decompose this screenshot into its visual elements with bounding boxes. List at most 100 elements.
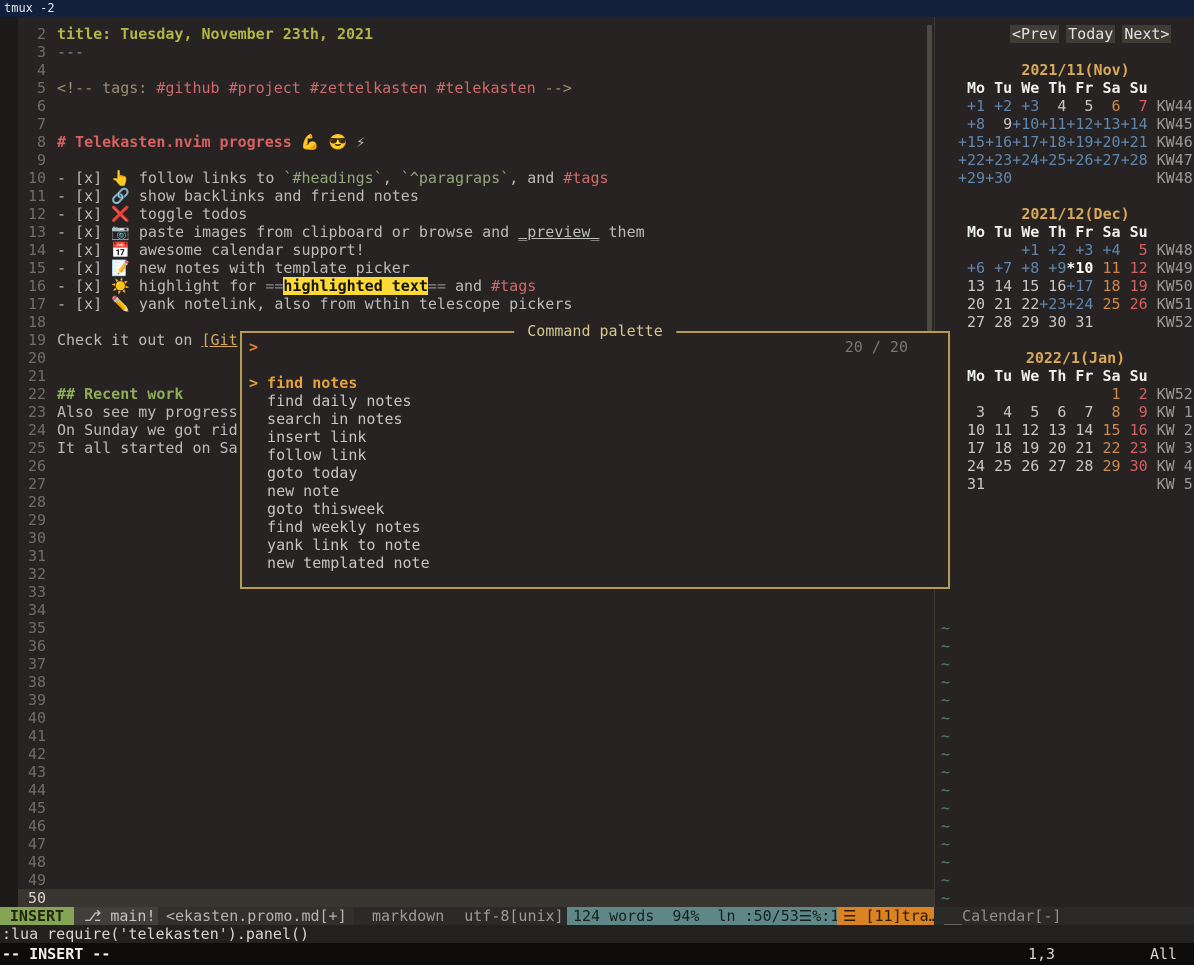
calendar-day[interactable]: +25 (1039, 151, 1066, 169)
calendar-day[interactable]: +20 (1093, 133, 1120, 151)
calendar-day[interactable]: 30 (1121, 457, 1148, 475)
calendar-day[interactable]: 25 (1093, 295, 1120, 313)
calendar-day[interactable]: 28 (1066, 457, 1093, 475)
calendar-day[interactable]: 12 (1121, 259, 1148, 277)
calendar-day[interactable]: 25 (985, 457, 1012, 475)
calendar-day[interactable]: *10 (1066, 259, 1093, 277)
editor-line[interactable]: 42 (0, 745, 934, 763)
calendar-day[interactable]: 15 (1093, 421, 1120, 439)
calendar-day[interactable]: +27 (1093, 151, 1120, 169)
editor-line[interactable]: 49 (0, 871, 934, 889)
palette-item[interactable]: goto today (242, 464, 948, 482)
calendar-today-button[interactable]: Today (1066, 25, 1115, 43)
calendar-day[interactable]: 4 (985, 403, 1012, 421)
editor-line[interactable]: 8# Telekasten.nvim progress 💪 😎 ⚡ (0, 133, 934, 151)
calendar-day[interactable]: 16 (1039, 277, 1066, 295)
markdown-link[interactable]: [Git (202, 331, 238, 349)
editor-line[interactable]: 36 (0, 637, 934, 655)
calendar-day[interactable]: +1 (958, 97, 985, 115)
palette-item[interactable]: new note (242, 482, 948, 500)
editor-line[interactable]: 48 (0, 853, 934, 871)
palette-item[interactable]: find weekly notes (242, 518, 948, 536)
calendar-day[interactable]: 14 (985, 277, 1012, 295)
editor-line[interactable]: 43 (0, 763, 934, 781)
calendar-day[interactable]: 12 (1012, 421, 1039, 439)
calendar-day[interactable]: 6 (1039, 403, 1066, 421)
calendar-day[interactable]: +16 (985, 133, 1012, 151)
calendar-day[interactable]: 14 (1066, 421, 1093, 439)
editor-line[interactable]: 38 (0, 673, 934, 691)
calendar-day[interactable]: 31 (958, 475, 985, 493)
calendar-day[interactable]: 17 (958, 439, 985, 457)
palette-item[interactable]: > find notes (242, 374, 948, 392)
editor-line[interactable]: 41 (0, 727, 934, 745)
calendar-day[interactable]: +17 (1066, 277, 1093, 295)
editor-line[interactable]: 2title: Tuesday, November 23th, 2021 (0, 25, 934, 43)
calendar-day[interactable]: +19 (1066, 133, 1093, 151)
calendar-day[interactable]: 13 (1039, 421, 1066, 439)
editor-line[interactable]: 14- [x] 📅 awesome calendar support! (0, 241, 934, 259)
calendar-day[interactable]: +26 (1066, 151, 1093, 169)
calendar-day[interactable]: 22 (1012, 295, 1039, 313)
editor-line[interactable]: 46 (0, 817, 934, 835)
calendar-day[interactable]: 29 (1093, 457, 1120, 475)
editor-line[interactable]: 50 (0, 889, 934, 907)
palette-item[interactable]: follow link (242, 446, 948, 464)
calendar-window[interactable]: <PrevTodayNext> 2021/11(Nov) Mo Tu We Th… (934, 17, 1194, 907)
editor-line[interactable]: 44 (0, 781, 934, 799)
calendar-next-button[interactable]: Next> (1122, 25, 1171, 43)
calendar-day[interactable]: 3 (958, 403, 985, 421)
calendar-day[interactable]: +7 (985, 259, 1012, 277)
editor-line[interactable]: 15- [x] 📝 new notes with template picker (0, 259, 934, 277)
calendar-day[interactable]: +23 (985, 151, 1012, 169)
editor-line[interactable]: 34 (0, 601, 934, 619)
calendar-day[interactable]: 30 (1039, 313, 1066, 331)
calendar-day[interactable]: +10 (1012, 115, 1039, 133)
editor-line[interactable]: 17- [x] ✏️ yank notelink, also from wthi… (0, 295, 934, 313)
calendar-day[interactable]: +2 (985, 97, 1012, 115)
calendar-day[interactable]: 10 (958, 421, 985, 439)
command-line[interactable]: :lua require('telekasten').panel() (0, 925, 1194, 943)
calendar-day[interactable]: 18 (985, 439, 1012, 457)
calendar-day[interactable]: 21 (985, 295, 1012, 313)
calendar-day[interactable]: +11 (1039, 115, 1066, 133)
palette-item[interactable]: find daily notes (242, 392, 948, 410)
calendar-day[interactable]: 24 (958, 457, 985, 475)
calendar-day[interactable]: 29 (1012, 313, 1039, 331)
editor-line[interactable]: 35 (0, 619, 934, 637)
calendar-day[interactable]: 2 (1121, 385, 1148, 403)
calendar-day[interactable]: +24 (1066, 295, 1093, 313)
calendar-day[interactable]: 11 (1093, 259, 1120, 277)
calendar-day[interactable]: 19 (1012, 439, 1039, 457)
editor-line[interactable]: 40 (0, 709, 934, 727)
calendar-day[interactable]: +12 (1066, 115, 1093, 133)
calendar-day[interactable]: 23 (1121, 439, 1148, 457)
calendar-day[interactable]: 28 (985, 313, 1012, 331)
calendar-day[interactable]: +18 (1039, 133, 1066, 151)
calendar-day[interactable]: 20 (958, 295, 985, 313)
calendar-day[interactable]: 15 (1012, 277, 1039, 295)
calendar-day[interactable]: +4 (1093, 241, 1120, 259)
calendar-day[interactable]: 18 (1093, 277, 1120, 295)
calendar-day[interactable]: 5 (1121, 241, 1148, 259)
scrollbar[interactable] (927, 25, 932, 331)
calendar-day[interactable]: 7 (1066, 403, 1093, 421)
calendar-day[interactable]: 5 (1012, 403, 1039, 421)
calendar-day[interactable]: +6 (958, 259, 985, 277)
calendar-day[interactable]: +21 (1121, 133, 1148, 151)
calendar-day[interactable]: 27 (958, 313, 985, 331)
calendar-day[interactable]: 26 (1012, 457, 1039, 475)
calendar-day[interactable]: +9 (1039, 259, 1066, 277)
calendar-day[interactable]: 7 (1121, 97, 1148, 115)
calendar-day[interactable]: 9 (1121, 403, 1148, 421)
calendar-day[interactable]: +17 (1012, 133, 1039, 151)
calendar-day[interactable]: +8 (958, 115, 985, 133)
palette-item[interactable]: new templated note (242, 554, 948, 572)
calendar-day[interactable]: +15 (958, 133, 985, 151)
calendar-day[interactable]: +23 (1039, 295, 1066, 313)
command-palette[interactable]: Command palette > 20 / 20 > find notes f… (240, 331, 950, 589)
calendar-day[interactable]: 6 (1093, 97, 1120, 115)
editor-line[interactable]: 39 (0, 691, 934, 709)
calendar-day[interactable]: 1 (1093, 385, 1120, 403)
calendar-day[interactable]: 21 (1066, 439, 1093, 457)
